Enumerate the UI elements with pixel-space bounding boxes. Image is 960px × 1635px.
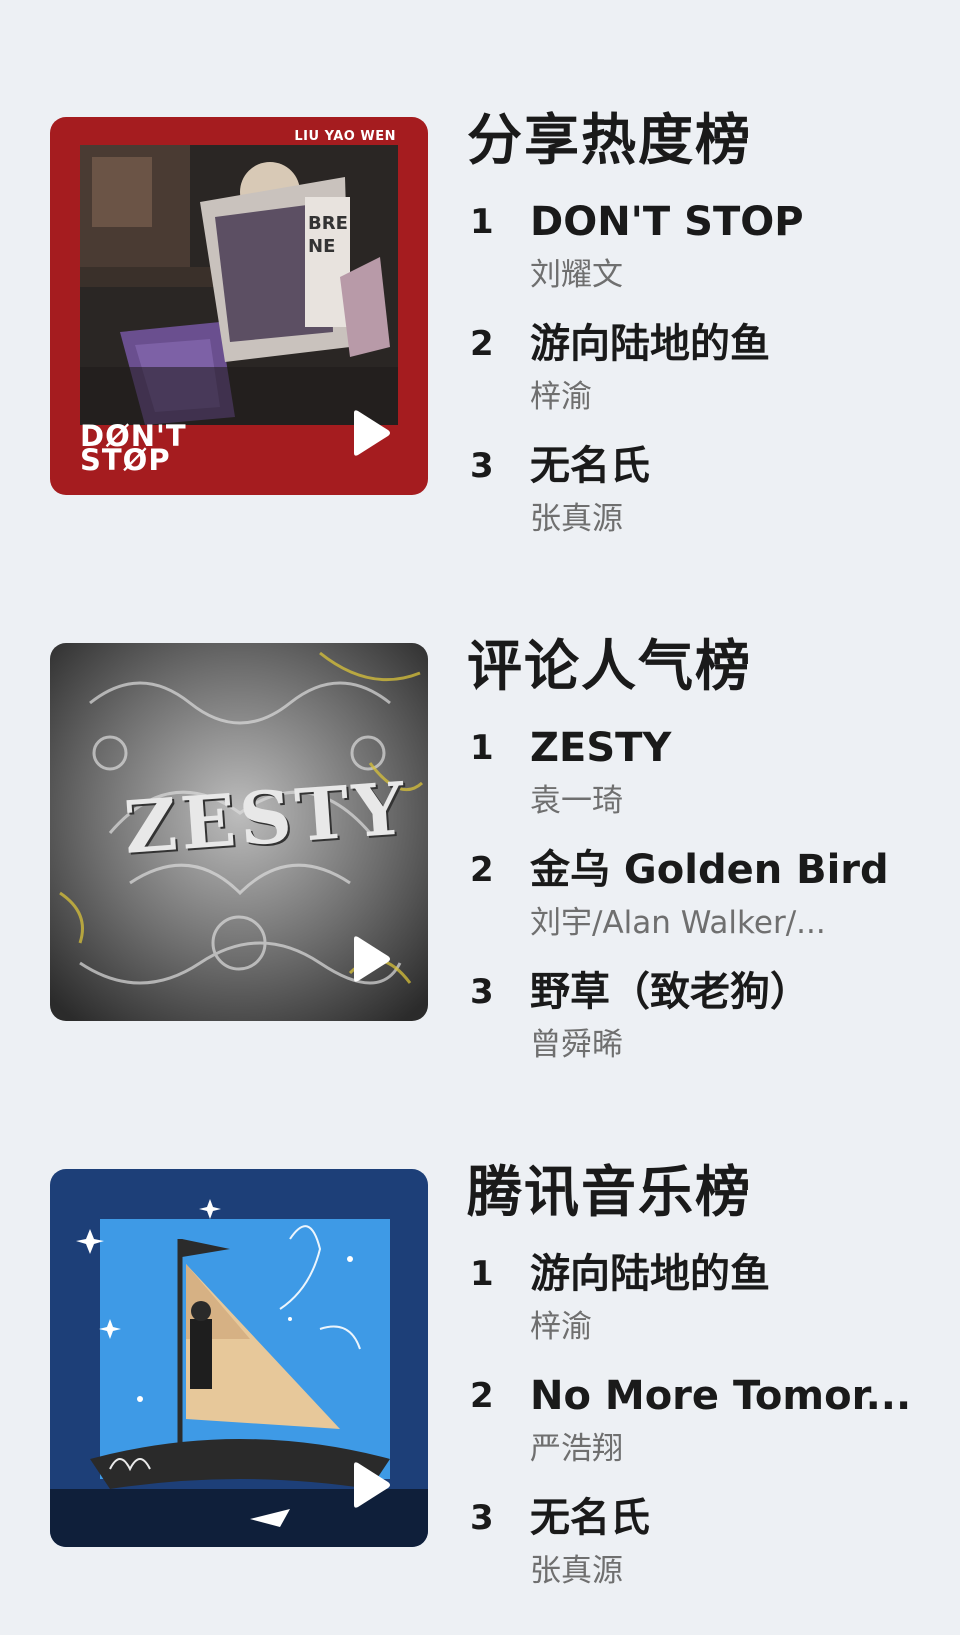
play-icon[interactable] [348,409,392,457]
song-title: ZESTY [530,725,672,771]
chart-entry[interactable]: 3 无名氏 张真源 [470,439,940,547]
album-cover-sailboat[interactable] [50,1169,428,1547]
rank-number: 1 [470,1254,494,1294]
chart-entry[interactable]: 3 无名氏 张真源 [470,1491,940,1599]
song-title: 金乌 Golden Bird [530,847,889,893]
play-icon[interactable] [348,935,392,983]
chart-entry[interactable]: 1 游向陆地的鱼 梓渝 [470,1247,940,1355]
chart-comment-popular: ZESTY 评论人气榜 1 ZESTY 袁一琦 2 金乌 Golden Bird… [0,634,960,1063]
artist-name: 袁一琦 [530,783,623,819]
rank-number: 1 [470,202,494,242]
chart-entry[interactable]: 1 ZESTY 袁一琦 [470,721,940,829]
rank-number: 3 [470,446,494,486]
song-title: DON'T STOP [530,199,804,245]
chart-entry[interactable]: 2 No More Tomor... 严浩翔 [470,1369,940,1477]
artist-name: 曾舜晞 [530,1027,623,1063]
artist-name: 梓渝 [530,379,592,415]
rank-number: 2 [470,850,494,890]
svg-text:NE: NE [308,236,335,257]
play-icon[interactable] [348,1461,392,1509]
album-cover-dont-stop[interactable]: BRE NE LIU YAO WEN DØN'T STØP [50,117,428,495]
artist-name: 张真源 [530,501,623,537]
rank-number: 2 [470,324,494,364]
album-cover-zesty[interactable]: ZESTY [50,643,428,1021]
song-title: 游向陆地的鱼 [530,1251,770,1297]
cover-artist-text: LIU YAO WEN [294,129,396,144]
chart-entry[interactable]: 3 野草（致老狗） 曾舜晞 [470,965,940,1073]
svg-text:BRE: BRE [308,213,348,234]
chart-entry[interactable]: 2 金乌 Golden Bird 刘宇/Alan Walker/... [470,843,940,951]
artist-name: 张真源 [530,1553,623,1589]
song-title: 游向陆地的鱼 [530,321,770,367]
rank-number: 1 [470,728,494,768]
rank-number: 3 [470,972,494,1012]
song-title: 无名氏 [530,443,650,489]
song-title: 无名氏 [530,1495,650,1541]
chart-title[interactable]: 腾讯音乐榜 [467,1157,752,1227]
rank-number: 3 [470,1498,494,1538]
artist-name: 刘耀文 [530,257,623,293]
chart-title[interactable]: 评论人气榜 [467,631,752,701]
cover-title-line-2: STØP [80,443,171,477]
song-title: 野草（致老狗） [530,969,810,1015]
chart-tencent-music: 腾讯音乐榜 1 游向陆地的鱼 梓渝 2 No More Tomor... 严浩翔… [0,1160,960,1589]
rank-number: 2 [470,1376,494,1416]
chart-share-hot: BRE NE LIU YAO WEN DØN'T STØP 分享热度榜 1 DO… [0,108,960,537]
chart-entry[interactable]: 1 DON'T STOP 刘耀文 [470,195,940,303]
artist-name: 刘宇/Alan Walker/... [530,905,826,941]
artist-name: 严浩翔 [530,1431,623,1467]
song-title: No More Tomor... [530,1373,912,1419]
chart-entry[interactable]: 2 游向陆地的鱼 梓渝 [470,317,940,425]
chart-title[interactable]: 分享热度榜 [467,105,752,175]
artist-name: 梓渝 [530,1309,592,1345]
